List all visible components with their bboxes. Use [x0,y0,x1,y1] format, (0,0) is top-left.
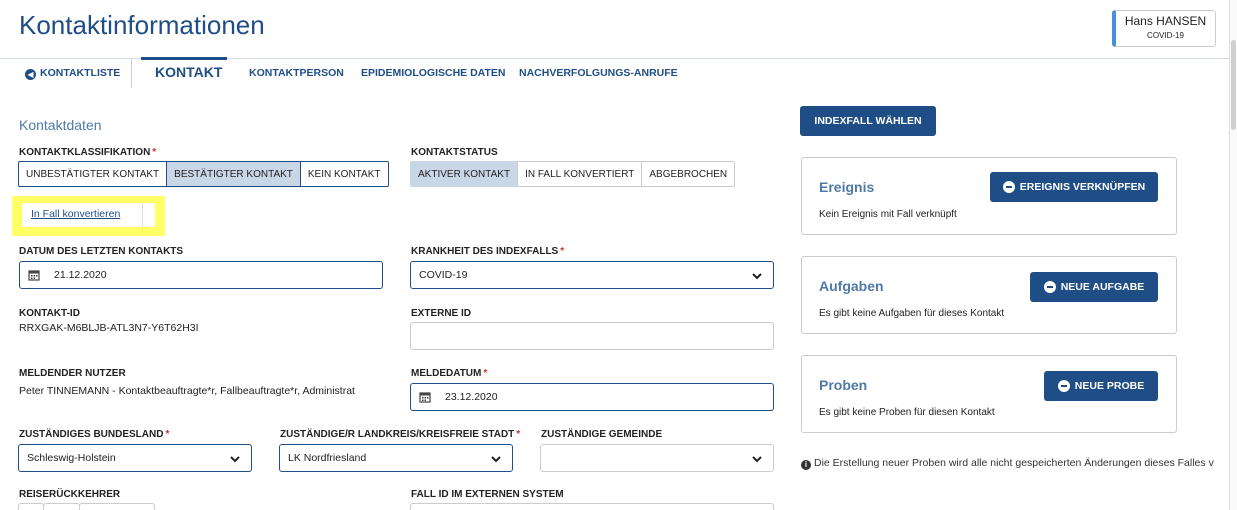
state-label-text: ZUSTÄNDIGES BUNDESLAND [19,429,164,440]
calendar-icon [419,392,431,403]
samples-empty-text: Es gibt keine Proben für diesen Kontakt [819,407,995,418]
district-value: LK Nordfriesland [288,452,367,464]
option-active-contact[interactable]: AKTIVER KONTAKT [410,161,519,187]
classification-options: UNBESTÄTIGTER KONTAKT BESTÄTIGTER KONTAK… [18,161,389,187]
external-id-label: EXTERNE ID [411,308,472,319]
minus-circle-icon [1002,181,1015,193]
tab-contact[interactable]: KONTAKT [155,64,222,80]
classification-label: KONTAKTKLASSIFIKATION * [19,147,156,158]
report-date-label-text: MELDEDATUM [411,368,482,379]
link-event-button[interactable]: EREIGNIS VERKNÜPFEN [990,172,1158,202]
contact-id-label: KONTAKT-ID [19,308,80,319]
required-marker: * [516,429,521,440]
samples-title: Proben [819,377,868,393]
page-scrollbar-thumb[interactable] [1231,40,1236,130]
tasks-empty-text: Es gibt keine Aufgaben für dieses Kontak… [819,308,1005,319]
event-card: Ereignis EREIGNIS VERKNÜPFEN Kein Ereign… [801,157,1177,235]
required-marker: * [152,147,157,158]
sample-info-note: i Die Erstellung neuer Proben wird alle n… [801,457,1229,470]
tab-bar: ◀ KONTAKTLISTE KONTAKT KONTAKTPERSON EPID… [0,57,1229,88]
traveler-option-no[interactable] [43,503,80,510]
report-date-value: 23.12.2020 [445,391,498,403]
option-dropped[interactable]: ABGEBROCHEN [641,161,736,187]
external-id-input[interactable] [410,322,774,350]
event-empty-text: Kein Ereignis mit Fall verknüpft [819,209,957,220]
last-contact-label: DATUM DES LETZTEN KONTAKTS [19,246,184,257]
option-confirmed-contact[interactable]: BESTÄTIGTER KONTAKT [166,161,301,187]
tab-divider [131,59,132,88]
tab-active-indicator [141,57,227,60]
chevron-down-icon [752,273,762,280]
community-label: ZUSTÄNDIGE GEMEINDE [541,429,663,440]
classification-label-text: KONTAKTKLASSIFIKATION [19,147,151,158]
tab-follow-up-calls[interactable]: NACHVERFOLGUNGS-ANRUFE [519,67,678,79]
traveler-option-unknown[interactable] [79,503,155,510]
district-label-text: ZUSTÄNDIGE/R LANDKREIS/KREISFREIE STADT [280,429,515,440]
new-task-button[interactable]: NEUE AUFGABE [1030,272,1158,302]
tasks-title: Aufgaben [819,278,884,294]
divider [142,203,143,227]
state-label: ZUSTÄNDIGES BUNDESLAND * [19,429,169,440]
traveler-option-yes[interactable] [18,503,44,510]
link-event-button-label: EREIGNIS VERKNÜPFEN [1019,181,1146,193]
event-title: Ereignis [819,179,875,195]
external-case-id-label: FALL ID IM EXTERNEN SYSTEM [411,489,564,500]
sample-info-text: Die Erstellung neuer Proben wird alle ni… [814,457,1214,469]
traveler-label: REISERÜCKKEHRER [19,489,121,500]
last-contact-date-field[interactable]: 21.12.2020 [19,261,383,289]
choose-index-case-button[interactable]: INDEXFALL WÄHLEN [800,106,936,136]
samples-card: Proben NEUE PROBE Es gibt keine Proben f… [801,355,1177,433]
tab-epidemiological-data[interactable]: EPIDEMIOLOGISCHE DATEN [361,67,505,79]
required-marker: * [560,246,565,257]
calendar-icon [28,270,40,281]
arrow-left-circle-icon: ◀ [25,69,36,80]
tasks-card: Aufgaben NEUE AUFGABE Es gibt keine Aufg… [801,256,1177,334]
community-select[interactable] [540,444,774,472]
new-sample-button-label: NEUE PROBE [1074,380,1145,392]
section-title: Kontaktdaten [19,117,102,133]
index-disease-label-text: KRANKHEIT DES INDEXFALLS [411,246,559,257]
external-case-id-input[interactable] [410,503,774,510]
index-disease-select[interactable]: COVID-19 [410,261,774,289]
new-task-button-label: NEUE AUFGABE [1060,281,1145,293]
user-disease: COVID-19 [1147,31,1184,40]
user-name: Hans HANSEN [1124,14,1207,28]
district-label: ZUSTÄNDIGE/R LANDKREIS/KREISFREIE STADT * [280,429,520,440]
status-label: KONTAKTSTATUS [411,147,498,158]
option-converted-to-case[interactable]: IN FALL KONVERTIERT [517,161,643,187]
chevron-down-icon [491,456,501,463]
tab-back-label: KONTAKTLISTE [40,67,121,79]
option-unconfirmed-contact[interactable]: UNBESTÄTIGTER KONTAKT [18,161,168,187]
tab-back-contact-list[interactable]: ◀ KONTAKTLISTE [25,67,120,80]
state-select[interactable]: Schleswig-Holstein [18,444,252,472]
convert-to-case-container: In Fall konvertieren [22,203,155,227]
reporting-user-value: Peter TINNEMANN - Kontaktbeauftragte*r, … [19,385,355,397]
new-sample-button[interactable]: NEUE PROBE [1044,371,1158,401]
option-no-contact[interactable]: KEIN KONTAKT [299,161,389,187]
status-options: AKTIVER KONTAKT IN FALL KONVERTIERT ABGE… [410,161,736,187]
convert-to-case-link[interactable]: In Fall konvertieren [31,208,120,220]
report-date-field[interactable]: 23.12.2020 [410,383,774,411]
index-disease-value: COVID-19 [419,269,468,281]
minus-circle-icon [1057,380,1070,392]
info-icon: i [801,460,811,470]
chevron-down-icon [752,456,762,463]
minus-circle-icon [1043,281,1056,293]
district-select[interactable]: LK Nordfriesland [279,444,513,472]
chevron-down-icon [230,456,240,463]
report-date-label: MELDEDATUM * [411,368,487,379]
tab-contact-person[interactable]: KONTAKTPERSON [249,67,344,79]
reporting-user-label: MELDENDER NUTZER [19,368,126,379]
contact-id-value: RRXGAK-M6BLJB-ATL3N7-Y6T62H3I [19,322,199,334]
user-menu[interactable]: Hans HANSEN COVID-19 [1112,10,1216,47]
required-marker: * [165,429,170,440]
page-title: Kontaktinformationen [19,10,265,40]
index-disease-label: KRANKHEIT DES INDEXFALLS * [411,246,564,257]
last-contact-date-value: 21.12.2020 [54,269,107,281]
state-value: Schleswig-Holstein [27,452,116,464]
required-marker: * [483,368,488,379]
